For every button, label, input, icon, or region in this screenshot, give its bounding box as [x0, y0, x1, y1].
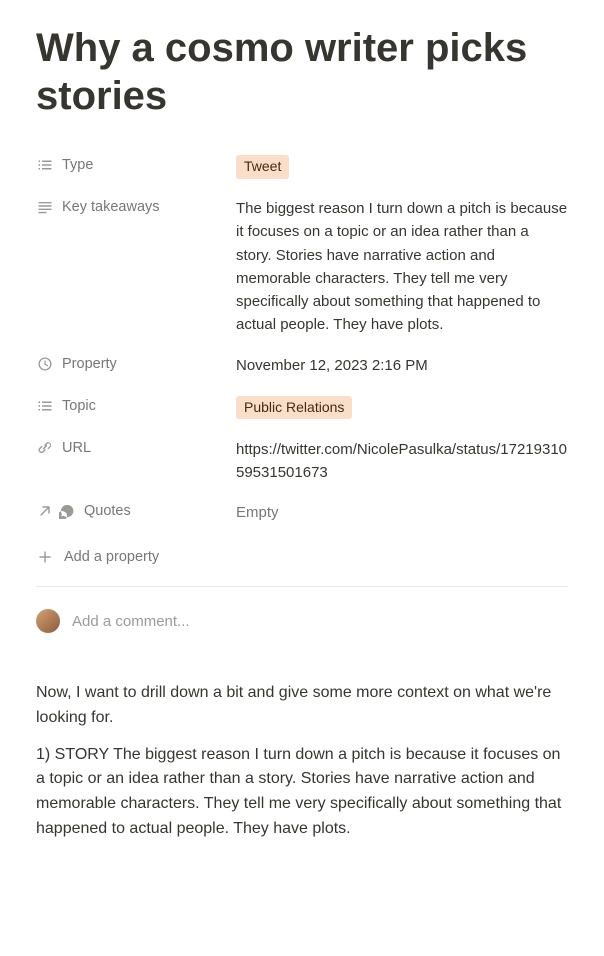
- divider: [36, 586, 568, 587]
- page-body[interactable]: Now, I want to drill down a bit and give…: [36, 681, 568, 842]
- property-label: Topic: [36, 395, 236, 415]
- property-value[interactable]: Public Relations: [236, 395, 568, 420]
- property-label-text: URL: [62, 440, 91, 456]
- property-label-text: Quotes: [84, 503, 131, 519]
- property-key-takeaways[interactable]: Key takeaways The biggest reason I turn …: [36, 192, 568, 341]
- page-title[interactable]: Why a cosmo writer picks stories: [36, 24, 568, 120]
- topic-tag[interactable]: Public Relations: [236, 396, 352, 420]
- property-value[interactable]: November 12, 2023 2:16 PM: [236, 353, 568, 377]
- properties-panel: Type Tweet Key takeaways The biggest rea…: [36, 150, 568, 530]
- property-label-text: Property: [62, 356, 117, 372]
- property-label: Key takeaways: [36, 196, 236, 216]
- body-paragraph[interactable]: Now, I want to drill down a bit and give…: [36, 681, 568, 731]
- plus-icon: [36, 548, 54, 566]
- comment-input-row[interactable]: Add a comment...: [36, 605, 568, 657]
- property-label: Property: [36, 353, 236, 373]
- avatar: [36, 609, 60, 633]
- multiselect-icon: [36, 397, 54, 415]
- property-value[interactable]: Tweet: [236, 154, 568, 179]
- property-label: URL: [36, 437, 236, 457]
- speech-bubble-icon: [58, 502, 76, 520]
- property-topic[interactable]: Topic Public Relations: [36, 391, 568, 425]
- property-label-text: Key takeaways: [62, 199, 160, 215]
- add-property-label: Add a property: [64, 549, 159, 565]
- type-tag[interactable]: Tweet: [236, 155, 289, 179]
- multiselect-icon: [36, 156, 54, 174]
- property-label: Type: [36, 154, 236, 174]
- property-value[interactable]: https://twitter.com/NicolePasulka/status…: [236, 437, 568, 485]
- property-value[interactable]: The biggest reason I turn down a pitch i…: [236, 196, 568, 337]
- property-quotes[interactable]: Quotes Empty: [36, 496, 568, 530]
- text-icon: [36, 198, 54, 216]
- property-label-text: Type: [62, 157, 93, 173]
- link-icon: [36, 439, 54, 457]
- property-date[interactable]: Property November 12, 2023 2:16 PM: [36, 349, 568, 383]
- property-url[interactable]: URL https://twitter.com/NicolePasulka/st…: [36, 433, 568, 489]
- property-value-empty[interactable]: Empty: [236, 500, 568, 524]
- comment-placeholder: Add a comment...: [72, 613, 190, 630]
- property-label: Quotes: [36, 500, 236, 520]
- clock-icon: [36, 355, 54, 373]
- add-property-button[interactable]: Add a property: [36, 542, 568, 576]
- arrow-icon: [36, 502, 54, 520]
- property-type[interactable]: Type Tweet: [36, 150, 568, 184]
- property-label-text: Topic: [62, 398, 96, 414]
- body-paragraph[interactable]: 1) STORY The biggest reason I turn down …: [36, 743, 568, 842]
